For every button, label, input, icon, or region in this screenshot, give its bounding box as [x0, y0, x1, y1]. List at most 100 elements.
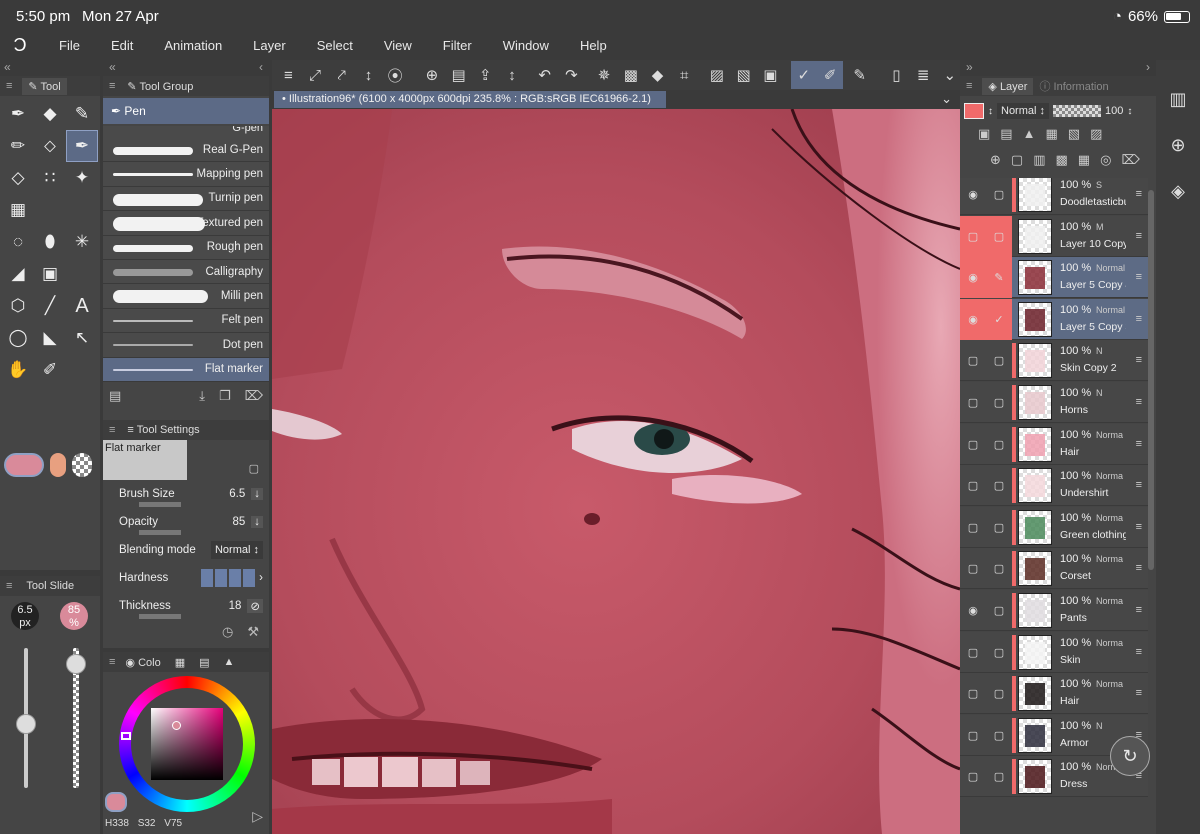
- layers-stack-icon[interactable]: ◈: [1156, 168, 1200, 214]
- wrench-icon[interactable]: ⚒: [247, 624, 259, 639]
- layer-lock-toggle[interactable]: ▢: [986, 756, 1012, 797]
- layer-row[interactable]: ▢ ▢ 100 % Norma Hair ≡: [960, 673, 1148, 715]
- menu-filter[interactable]: Filter: [424, 38, 484, 53]
- brush-item-flat-marker[interactable]: Flat marker: [103, 357, 269, 382]
- expand-icon[interactable]: »: [966, 60, 973, 76]
- size-slider-knob[interactable]: [16, 714, 36, 734]
- visibility-eye-icon[interactable]: ▢: [960, 715, 986, 756]
- new-canvas-icon[interactable]: ⊕: [422, 64, 443, 86]
- brush-size-row[interactable]: Brush Size 6.5 ↓: [103, 480, 269, 508]
- layer-menu-icon[interactable]: ≡: [1136, 562, 1142, 574]
- eyedropper-icon[interactable]: ✐: [34, 354, 66, 386]
- hand-icon[interactable]: ✋: [2, 354, 34, 386]
- visibility-eye-icon[interactable]: ▢: [960, 340, 986, 381]
- blending-mode-select[interactable]: Normal ↕: [210, 541, 263, 559]
- visibility-eye-icon[interactable]: ▢: [960, 382, 986, 423]
- menu-view[interactable]: View: [365, 38, 424, 53]
- play-icon[interactable]: ▷: [252, 808, 263, 825]
- color-picker-cursor[interactable]: [172, 721, 181, 730]
- main-color-chip[interactable]: [4, 453, 44, 477]
- import-icon[interactable]: ⤓: [199, 388, 205, 404]
- brush-item-turnip-pen[interactable]: Turnip pen: [103, 186, 269, 212]
- delete-icon[interactable]: ⌦: [245, 388, 263, 404]
- brush-item-real-g-pen[interactable]: Real G-Pen: [103, 138, 269, 163]
- mask-icon[interactable]: ▧: [1068, 126, 1080, 152]
- saturation-value-square[interactable]: [151, 708, 223, 780]
- share-icon[interactable]: ⇪: [475, 64, 496, 86]
- layer-lock-toggle[interactable]: ▢: [986, 215, 1012, 257]
- layer-menu-icon[interactable]: ≡: [1136, 604, 1142, 616]
- fit-view-icon[interactable]: ⤢: [305, 64, 326, 86]
- layer-lock-toggle[interactable]: ▢: [986, 590, 1012, 631]
- brush-item-rough-pen[interactable]: Rough pen: [103, 235, 269, 260]
- fill-icon[interactable]: ▩: [620, 64, 641, 86]
- menu-help[interactable]: Help: [561, 38, 619, 53]
- layer-menu-icon[interactable]: ≡: [1136, 646, 1142, 658]
- layer-properties-icon[interactable]: ▥: [1156, 76, 1200, 122]
- layer-row[interactable]: ▢ ▢ 100 % Norma Corset ≡: [960, 548, 1148, 590]
- open-folder-icon[interactable]: ▤: [448, 64, 469, 86]
- layer-row[interactable]: ▢▢ 100 % M Layer 10 Copy 4 ≡: [960, 215, 1148, 257]
- grid-icon[interactable]: ▦: [2, 194, 34, 226]
- active-tool-pen[interactable]: ✒ Pen: [103, 98, 269, 124]
- bucket-toolbar-icon[interactable]: ◆: [647, 64, 668, 86]
- menu-edit[interactable]: Edit: [92, 38, 145, 53]
- new-layer-icon[interactable]: ⊕: [990, 152, 1001, 178]
- hue-cursor[interactable]: [121, 732, 131, 740]
- reference-icon[interactable]: ▤: [1000, 126, 1012, 152]
- canvas-tab[interactable]: • Illustration96* (6100 x 4000px 600dpi …: [274, 91, 666, 108]
- approx-color-tab-icon[interactable]: ▲: [224, 656, 235, 668]
- mask-off-icon[interactable]: ▨: [1090, 126, 1102, 152]
- reset-icon[interactable]: ◷: [222, 624, 233, 639]
- brush-size-stepper-icon[interactable]: ↓: [251, 488, 263, 500]
- fill-eraser-icon[interactable]: ◇: [2, 162, 34, 194]
- layer-menu-icon[interactable]: ≡: [1136, 479, 1142, 491]
- brush-icon[interactable]: ✎: [66, 98, 98, 130]
- layer-blend-select[interactable]: Normal ↕: [997, 103, 1050, 119]
- hardness-selector[interactable]: [201, 569, 256, 587]
- color-history-tab-icon[interactable]: ▤: [199, 656, 209, 669]
- brush-item-g-pen[interactable]: G-pen: [103, 126, 269, 138]
- list-icon[interactable]: ≣: [913, 64, 934, 86]
- layer-lock-toggle[interactable]: ▢: [986, 507, 1012, 548]
- layer-lock-toggle[interactable]: ✎: [986, 257, 1012, 299]
- clip-icon[interactable]: ▣: [978, 126, 990, 152]
- collapse-left-icon[interactable]: «: [0, 60, 100, 76]
- layer-row[interactable]: ◉ ▢ 100 % Norma Pants ≡: [960, 590, 1148, 631]
- undo-icon[interactable]: ↶: [534, 64, 555, 86]
- blend-icon[interactable]: ⬦: [34, 130, 66, 162]
- layer-menu-icon[interactable]: ≡: [1136, 313, 1142, 325]
- collapse-icon[interactable]: «: [109, 60, 116, 76]
- visibility-eye-icon[interactable]: ▢: [960, 756, 986, 797]
- layer-scrollbar[interactable]: [1148, 190, 1154, 570]
- text-icon[interactable]: A: [66, 290, 98, 322]
- tool-tab[interactable]: ✎ Tool: [22, 77, 67, 95]
- new-folder-icon[interactable]: ▢: [1011, 152, 1023, 178]
- bucket-icon[interactable]: ◢: [2, 258, 34, 290]
- layer-color-chip[interactable]: [964, 103, 984, 119]
- lasso-icon[interactable]: ◌: [2, 226, 34, 258]
- quick-access-icon[interactable]: ↻: [1110, 736, 1150, 776]
- visibility-eye-icon[interactable]: ▢: [960, 465, 986, 506]
- panel-menu-icon[interactable]: ≡: [109, 80, 115, 92]
- blending-mode-row[interactable]: Blending mode Normal ↕: [103, 536, 269, 564]
- ruler-icon[interactable]: ◣: [34, 322, 66, 354]
- brush-item-dot-pen[interactable]: Dot pen: [103, 333, 269, 358]
- layer-row[interactable]: ▢ ▢ 100 % Norma Skin ≡: [960, 631, 1148, 673]
- invert-select-icon[interactable]: ▧: [733, 64, 754, 86]
- star-icon[interactable]: ✳: [66, 226, 98, 258]
- layer-row[interactable]: ▢ ▢ 100 % N Skin Copy 2 ≡: [960, 340, 1148, 382]
- forward-icon[interactable]: ›: [1146, 60, 1150, 76]
- pencil-icon[interactable]: ✏: [2, 130, 34, 162]
- layer-row[interactable]: ◉ ✓ 100 % Normal Layer 5 Copy 3 ≡: [960, 298, 1148, 340]
- pen-icon[interactable]: ✒: [2, 98, 34, 130]
- layer-row[interactable]: ▢ ▢ 100 % Norma Undershirt ≡: [960, 465, 1148, 507]
- thickness-stepper-icon[interactable]: ⊘: [247, 599, 263, 613]
- layer-lock-toggle[interactable]: ▢: [986, 548, 1012, 589]
- back-icon[interactable]: ‹: [259, 60, 263, 76]
- layer-lock-toggle[interactable]: ▢: [986, 632, 1012, 673]
- drawing-canvas[interactable]: [272, 109, 960, 834]
- line-icon[interactable]: ╱: [34, 290, 66, 322]
- arrow-icon[interactable]: ↖: [66, 322, 98, 354]
- layer-lock-toggle[interactable]: ▢: [986, 340, 1012, 381]
